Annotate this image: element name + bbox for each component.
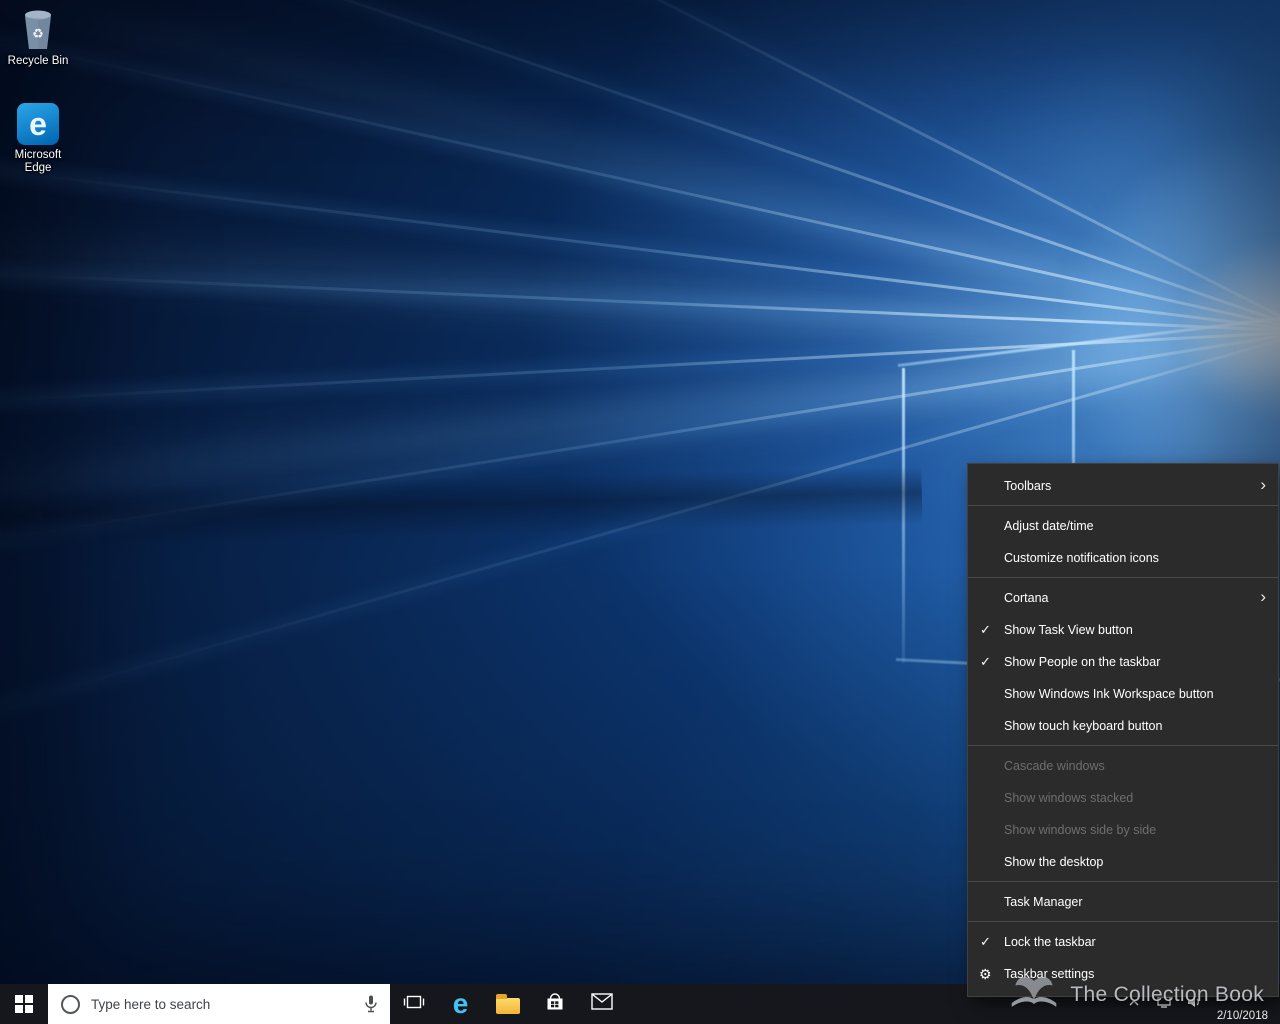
mail-button[interactable] [578,984,625,1024]
desktop-icon-label: Microsoft Edge [0,149,76,175]
menu-item-label: Show touch keyboard button [1004,719,1162,733]
task-view-icon [403,993,425,1016]
svg-text:♻: ♻ [32,26,44,41]
windows-logo-icon [15,995,33,1013]
dark-band [0,466,922,548]
edge-taskbar-button[interactable]: e [437,984,484,1024]
watermark-logo-icon [1008,971,1060,1018]
menu-item-label: Cascade windows [1004,759,1105,773]
light-beam [0,0,1280,333]
menu-item-label: Adjust date/time [1004,519,1094,533]
menu-item-label: Show the desktop [1004,855,1103,869]
window-pane-edge [898,316,1280,367]
menu-separator [968,505,1278,506]
desktop-icon-label: Recycle Bin [0,55,76,68]
menu-item-label: Show Task View button [1004,623,1133,637]
menu-item-show-the-desktop[interactable]: Show the desktop [968,846,1278,878]
chevron-right-icon: › [1260,469,1266,501]
watermark-text: The Collection Book [1070,983,1264,1007]
menu-item-show-windows-side-by-side: Show windows side by side [968,814,1278,846]
menu-item-cortana[interactable]: Cortana › [968,582,1278,614]
menu-item-cascade-windows: Cascade windows [968,750,1278,782]
store-button[interactable] [531,984,578,1024]
checkmark-icon: ✓ [980,614,991,646]
menu-item-label: Task Manager [1004,895,1083,909]
recycle-bin-icon: ♻ [0,8,76,52]
menu-item-label: Customize notification icons [1004,551,1159,565]
menu-item-label: Show windows side by side [1004,823,1156,837]
edge-icon: e [0,102,76,146]
microphone-icon[interactable] [362,994,380,1014]
menu-item-label: Show windows stacked [1004,791,1133,805]
menu-separator [968,577,1278,578]
menu-separator [968,921,1278,922]
menu-separator [968,881,1278,882]
file-explorer-button[interactable] [484,984,531,1024]
search-input[interactable] [89,996,353,1013]
chevron-right-icon: › [1260,581,1266,613]
menu-item-task-manager[interactable]: Task Manager [968,886,1278,918]
start-button[interactable] [0,984,48,1024]
windows-desktop: ♻ Recycle Bin e Microsoft Edge Toolbars … [0,0,1280,1024]
checkmark-icon: ✓ [980,646,991,678]
light-beam [0,330,1280,413]
checkmark-icon: ✓ [980,926,991,958]
menu-item-label: Cortana [1004,591,1048,605]
menu-item-label: Lock the taskbar [1004,935,1096,949]
menu-item-label: Show Windows Ink Workspace button [1004,687,1214,701]
menu-item-label: Show People on the taskbar [1004,655,1160,669]
gear-icon: ⚙ [979,958,992,990]
task-view-button[interactable] [390,984,437,1024]
menu-item-lock-the-taskbar[interactable]: ✓ Lock the taskbar [968,926,1278,958]
watermark: The Collection Book [1008,971,1264,1018]
desktop-icon-microsoft-edge[interactable]: e Microsoft Edge [0,102,76,175]
folder-icon [496,998,520,1014]
light-beam [0,264,1280,333]
light-beam [0,145,1280,333]
edge-icon: e [453,990,469,1018]
desktop-icon-recycle-bin[interactable]: ♻ Recycle Bin [0,8,76,68]
menu-item-show-task-view-button[interactable]: ✓ Show Task View button [968,614,1278,646]
mail-icon [591,993,613,1015]
menu-item-toolbars[interactable]: Toolbars › [968,470,1278,502]
search-box[interactable] [48,984,390,1024]
menu-separator [968,745,1278,746]
menu-item-show-touch-keyboard-button[interactable]: Show touch keyboard button [968,710,1278,742]
light-beam [0,224,1280,364]
menu-item-show-windows-stacked: Show windows stacked [968,782,1278,814]
menu-item-adjust-date-time[interactable]: Adjust date/time [968,510,1278,542]
light-beam [0,0,1280,333]
menu-item-show-windows-ink-workspace-button[interactable]: Show Windows Ink Workspace button [968,678,1278,710]
window-pane-edge [902,368,905,663]
taskbar-context-menu: Toolbars › Adjust date/time Customize no… [967,463,1279,997]
menu-item-label: Toolbars [1004,479,1051,493]
cortana-icon [61,995,80,1014]
menu-item-customize-notification-icons[interactable]: Customize notification icons [968,542,1278,574]
menu-item-show-people-on-taskbar[interactable]: ✓ Show People on the taskbar [968,646,1278,678]
store-icon [544,991,566,1018]
light-beam [0,0,1280,363]
light-beam [0,1,1280,333]
